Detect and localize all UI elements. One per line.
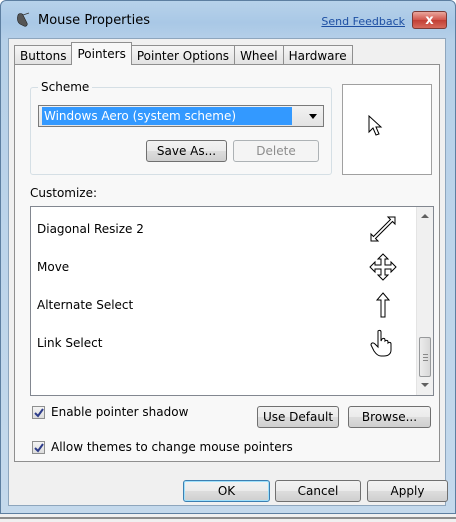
list-scrollbar[interactable] xyxy=(416,207,433,395)
allow-themes-checkbox[interactable]: Allow themes to change mouse pointers xyxy=(32,440,293,454)
tab-buttons[interactable]: Buttons xyxy=(14,45,73,65)
save-as-button[interactable]: Save As... xyxy=(146,140,227,162)
grip-icon xyxy=(423,360,428,361)
list-item-link-select[interactable]: Link Select xyxy=(31,324,416,362)
list-item-label: Diagonal Resize 2 xyxy=(37,222,144,236)
tab-hardware[interactable]: Hardware xyxy=(282,45,353,65)
list-item-label: Link Select xyxy=(37,336,103,350)
scheme-dropdown[interactable]: Windows Aero (system scheme) xyxy=(38,105,324,127)
list-item-label: Alternate Select xyxy=(37,298,134,312)
scroll-up-icon[interactable] xyxy=(421,214,429,218)
checkmark-icon xyxy=(34,407,44,418)
scrollbar-thumb[interactable] xyxy=(419,337,431,377)
title-bar[interactable]: Mouse Properties Send Feedback x xyxy=(1,1,455,39)
enable-pointer-shadow-checkbox[interactable]: Enable pointer shadow xyxy=(32,405,188,419)
window-title: Mouse Properties xyxy=(38,13,151,28)
checkbox-box[interactable] xyxy=(32,405,45,419)
grip-icon xyxy=(423,357,428,358)
list-item-alternate-select[interactable]: Alternate Select xyxy=(31,286,416,324)
diagonal-resize-cursor-icon xyxy=(370,216,396,242)
send-feedback-link[interactable]: Send Feedback xyxy=(321,15,405,28)
apply-button[interactable]: Apply xyxy=(367,480,448,502)
desktop-strip xyxy=(0,514,456,522)
cursor-list[interactable]: Diagonal Resize 2 Move Alternate Select … xyxy=(30,206,434,396)
cursor-preview xyxy=(342,84,432,175)
list-item-move[interactable]: Move xyxy=(31,248,416,286)
browse-button[interactable]: Browse... xyxy=(348,406,431,428)
list-item-diagonal-resize-2[interactable]: Diagonal Resize 2 xyxy=(31,210,416,248)
scheme-selected-value: Windows Aero (system scheme) xyxy=(42,107,292,125)
checkbox-box[interactable] xyxy=(32,440,45,454)
chevron-down-icon xyxy=(309,114,317,119)
mouse-icon xyxy=(17,12,30,27)
checkmark-icon xyxy=(34,442,44,453)
scheme-group-label: Scheme xyxy=(38,80,93,94)
tab-pointers[interactable]: Pointers xyxy=(71,42,132,65)
allow-themes-label: Allow themes to change mouse pointers xyxy=(51,440,293,454)
enable-pointer-shadow-label: Enable pointer shadow xyxy=(51,405,189,419)
tab-pointer-options[interactable]: Pointer Options xyxy=(130,45,236,65)
hand-cursor-icon xyxy=(370,329,392,357)
tab-wheel[interactable]: Wheel xyxy=(234,45,284,65)
close-icon: x xyxy=(425,12,434,28)
delete-button[interactable]: Delete xyxy=(233,140,319,162)
close-button[interactable]: x xyxy=(412,11,447,29)
cancel-button[interactable]: Cancel xyxy=(275,480,361,502)
customize-label: Customize: xyxy=(30,186,98,200)
scroll-down-icon[interactable] xyxy=(421,383,429,387)
tab-strip: Buttons Pointers Pointer Options Wheel H… xyxy=(14,42,353,65)
divider xyxy=(0,517,456,519)
list-item-label: Move xyxy=(37,260,70,274)
move-cursor-icon xyxy=(369,253,397,281)
up-arrow-cursor-icon xyxy=(375,292,391,318)
grip-icon xyxy=(423,354,428,355)
arrow-busy-cursor-icon xyxy=(368,114,383,136)
ok-button[interactable]: OK xyxy=(183,480,270,502)
use-default-button[interactable]: Use Default xyxy=(257,406,339,428)
